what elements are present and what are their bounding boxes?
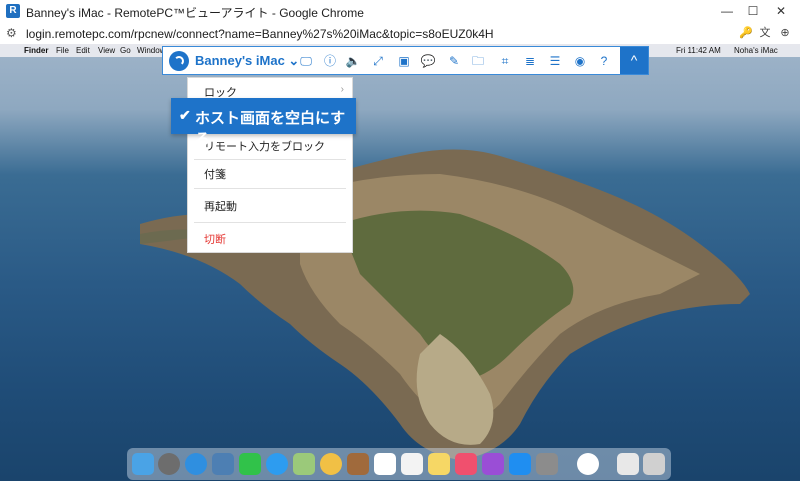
trash-icon[interactable]	[643, 453, 665, 475]
key-icon[interactable]: 🔑	[737, 25, 755, 41]
menu-divider	[194, 159, 346, 160]
mac-menu-finder[interactable]: Finder	[24, 46, 48, 55]
camera-icon[interactable]: ⌗	[496, 53, 514, 69]
photos-icon[interactable]	[320, 453, 342, 475]
browser-title-bar: R Banney's iMac - RemotePC™ビューアライト - Goo…	[0, 0, 800, 23]
remotepc-logo-icon	[169, 51, 189, 71]
mac-menu-go[interactable]: Go	[120, 46, 131, 55]
host-name-dropdown[interactable]: Banney's iMac ⌄	[195, 53, 299, 69]
menu-item-sticky-notes[interactable]: 付箋	[188, 166, 354, 184]
menu-divider	[194, 222, 346, 223]
menu-item-label: 切断	[204, 234, 226, 246]
notes-app-icon[interactable]	[428, 453, 450, 475]
chat-icon[interactable]: ▣	[395, 53, 413, 69]
remotepc-toolbar: Banney's iMac ⌄ 🖵 ⓘ 🔈 ⤢ ▣ 💬 ✎ 🗀 ⌗ ≣ ☰ ◉ …	[162, 46, 649, 75]
chrome-icon[interactable]	[577, 453, 599, 475]
info-icon[interactable]: ⓘ	[321, 53, 339, 69]
menu-icon[interactable]: ☰	[546, 53, 564, 69]
photo-viewer-icon[interactable]	[212, 453, 234, 475]
menu-item-label: 再起動	[204, 201, 237, 213]
volume-icon[interactable]: 🔈	[344, 53, 362, 69]
file-transfer-icon[interactable]: 🗀	[469, 53, 487, 69]
collapse-toolbar-button[interactable]: ^	[620, 47, 648, 74]
calendar-icon[interactable]	[374, 453, 396, 475]
contacts-icon[interactable]	[347, 453, 369, 475]
maps-icon[interactable]	[293, 453, 315, 475]
address-bar: ⚙ login.remotepc.com/rpcnew/connect?name…	[0, 22, 800, 45]
podcasts-icon[interactable]	[482, 453, 504, 475]
mac-menu-edit[interactable]: Edit	[76, 46, 90, 55]
view-icon[interactable]: ◉	[571, 53, 589, 69]
help-icon[interactable]: ?	[595, 53, 613, 69]
expand-icon[interactable]: ⤢	[369, 53, 387, 69]
close-icon[interactable]: ✕	[770, 2, 792, 20]
edit-icon[interactable]: ✎	[445, 53, 463, 69]
mac-menu-view[interactable]: View	[98, 46, 115, 55]
menu-item-label: 付箋	[204, 169, 226, 181]
mac-clock: Fri 11:42 AM	[676, 46, 721, 55]
music-icon[interactable]	[455, 453, 477, 475]
window-title: Banney's iMac - RemotePC™ビューアライト - Googl…	[26, 6, 364, 20]
remote-desktop[interactable]: Finder File Edit View Go Window Fri 11:4…	[0, 44, 800, 481]
system-preferences-icon[interactable]	[536, 453, 558, 475]
minimize-icon[interactable]: —	[716, 2, 738, 20]
remotepc-favicon-icon: R	[6, 4, 20, 18]
menu-item-label: ホスト画面を空白にする	[195, 110, 346, 148]
notes-icon[interactable]: ≣	[521, 53, 539, 69]
mac-dock	[127, 448, 671, 480]
safari-icon[interactable]	[185, 453, 207, 475]
site-settings-icon[interactable]: ⚙	[6, 26, 17, 40]
documents-icon[interactable]	[617, 453, 639, 475]
launchpad-icon[interactable]	[158, 453, 180, 475]
mac-menu-file[interactable]: File	[56, 46, 69, 55]
facetime-icon[interactable]	[239, 453, 261, 475]
zoom-icon[interactable]: ⊕	[776, 25, 794, 41]
checkmark-icon: ✔	[179, 107, 191, 123]
messages-icon[interactable]: 💬	[419, 53, 437, 69]
host-name-label: Banney's iMac	[195, 53, 285, 68]
maximize-icon[interactable]: ☐	[742, 2, 764, 20]
mac-user[interactable]: Noha's iMac	[734, 46, 778, 55]
translate-icon[interactable]: 文	[756, 25, 774, 41]
disconnect-screen-icon[interactable]: 🖵	[297, 53, 315, 69]
chevron-right-icon: ›	[340, 84, 344, 95]
menu-item-blank-host-screen[interactable]: ✔ ホスト画面を空白にする	[171, 98, 356, 148]
menu-item-disconnect[interactable]: 切断	[188, 231, 354, 249]
url-field[interactable]: login.remotepc.com/rpcnew/connect?name=B…	[26, 27, 494, 41]
finder-icon[interactable]	[132, 453, 154, 475]
menu-divider	[194, 188, 346, 189]
reminders-icon[interactable]	[401, 453, 423, 475]
messages-app-icon[interactable]	[266, 453, 288, 475]
app-store-icon[interactable]	[509, 453, 531, 475]
menu-item-restart[interactable]: 再起動	[188, 198, 354, 216]
